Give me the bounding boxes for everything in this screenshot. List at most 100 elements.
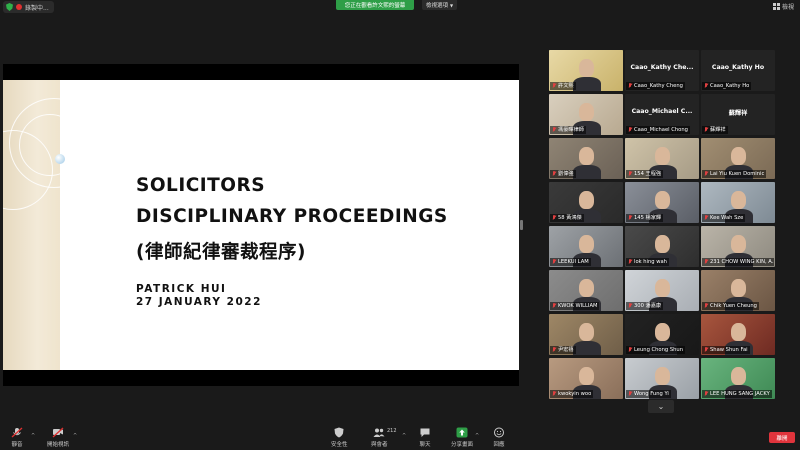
participant-tile[interactable]: 馮豪暉律師 <box>549 94 623 135</box>
microphone-muted-icon <box>552 127 556 133</box>
microphone-muted-icon <box>552 83 556 89</box>
participant-name-tag: 尹宏禧 <box>550 346 576 354</box>
participant-face <box>655 323 670 341</box>
participant-name-tag: Chik Yuen Cheung <box>702 302 759 310</box>
participant-tile[interactable]: 尹宏禧 <box>549 314 623 355</box>
gallery-next-page-button[interactable]: ⌄ <box>648 400 674 413</box>
participant-tile[interactable]: KWOK WILLIAM <box>549 270 623 311</box>
participant-tile[interactable]: Caao_Kathy Ho Caao_Kathy Ho <box>701 50 775 91</box>
security-button[interactable]: 安全性 <box>331 427 348 448</box>
chat-icon <box>420 428 430 437</box>
participant-silhouette <box>573 341 601 355</box>
participant-name-tag: Shaw Shun Fai <box>702 346 750 354</box>
participant-tile[interactable]: Caao_Michael C... Caao_Michael Chong <box>625 94 699 135</box>
security-label: 安全性 <box>331 442 348 448</box>
share-screen-icon <box>456 427 468 438</box>
participant-tile[interactable]: lok hing wah <box>625 226 699 267</box>
share-screen-label: 分享畫面 <box>451 442 474 448</box>
participant-name: Caao_Michael Chong <box>634 127 688 133</box>
participant-name: Leung Chong Shun <box>634 347 683 353</box>
participant-name: 300 潘嘉康 <box>634 303 662 309</box>
start-video-label: 開始視訊 <box>47 442 70 448</box>
participant-tile[interactable]: 劉偉強 <box>549 138 623 179</box>
participant-name-tag: kwokyin woo <box>550 390 594 398</box>
participant-name-tag: KWOK WILLIAM <box>550 302 600 310</box>
reactions-label: 回應 <box>493 442 505 448</box>
microphone-muted-icon <box>552 391 556 397</box>
reactions-button[interactable]: 回應 <box>493 427 505 448</box>
participant-tile[interactable]: LEEKUI LAM <box>549 226 623 267</box>
participant-name-tag: 劉偉強 <box>550 170 576 178</box>
participant-name: Caao_Kathy Cheng <box>634 83 683 89</box>
participant-tile[interactable]: LEE HUNG SANG JACKY <box>701 358 775 399</box>
participant-tile[interactable]: kwokyin woo <box>549 358 623 399</box>
participant-face <box>731 191 746 209</box>
leave-meeting-button[interactable]: 離開 <box>769 432 795 443</box>
participant-name-tag: Leung Chong Shun <box>626 346 685 354</box>
microphone-muted-icon <box>704 303 708 309</box>
participant-name: 58 黃鴻傑 <box>558 215 582 221</box>
gallery-view-label: 檢視 <box>781 4 794 11</box>
participant-name-tag: 231 CHOW WING KIN, A... <box>702 258 774 266</box>
participant-name: Wong Fung Yi <box>634 391 669 397</box>
participant-name-tag: Kee Wah Sze <box>702 214 746 222</box>
participant-tile[interactable]: 231 CHOW WING KIN, A... <box>701 226 775 267</box>
microphone-muted-icon <box>704 259 708 265</box>
top-bar: 錄製中... 您正在觀看許文熙的螢幕 檢視選項 ▼ 檢視 <box>0 0 800 14</box>
participant-name-tag: Caao_Michael Chong <box>626 126 690 134</box>
share-options-caret[interactable]: ^ <box>475 433 479 439</box>
participant-name: Kee Wah Sze <box>710 215 744 221</box>
participant-name-tag: 145 楊家輝 <box>626 214 664 222</box>
mute-button[interactable]: 靜音 <box>11 427 23 448</box>
start-video-button[interactable]: 開始視訊 <box>47 427 69 448</box>
participant-tile[interactable]: Chik Yuen Cheung <box>701 270 775 311</box>
shield-icon <box>6 3 13 11</box>
split-drag-handle[interactable] <box>520 220 523 230</box>
chat-button[interactable]: 聊天 <box>419 427 431 448</box>
microphone-muted-icon <box>628 127 632 133</box>
participant-tile[interactable]: Shaw Shun Fai <box>701 314 775 355</box>
chat-label: 聊天 <box>419 442 431 448</box>
participant-face <box>579 279 594 297</box>
participant-tile[interactable]: 145 楊家輝 <box>625 182 699 223</box>
participant-name: kwokyin woo <box>558 391 592 397</box>
participant-silhouette <box>573 77 601 91</box>
participant-display-name: Caao_Kathy Che... <box>630 64 694 71</box>
participant-tile[interactable]: Lai Yiu Kuen Dominic <box>701 138 775 179</box>
participant-tile[interactable]: Leung Chong Shun <box>625 314 699 355</box>
participant-name-tag: 蘇輝祥 <box>702 126 728 134</box>
presentation-slide: SOLICITORS DISCIPLINARY PROCEEDINGS (律師紀… <box>3 80 519 370</box>
participant-face <box>579 367 594 385</box>
microphone-muted-icon <box>628 83 632 89</box>
recording-indicator[interactable]: 錄製中... <box>3 1 54 13</box>
participant-tile[interactable]: 58 黃鴻傑 <box>549 182 623 223</box>
participants-icon <box>373 428 385 437</box>
slide-date: 27 JANUARY 2022 <box>136 296 262 308</box>
participants-count: 212 <box>387 428 397 434</box>
participants-options-caret[interactable]: ^ <box>402 433 406 439</box>
participant-tile[interactable]: Wong Fung Yi <box>625 358 699 399</box>
participant-tile[interactable]: 154 王程強 <box>625 138 699 179</box>
participant-face <box>655 147 670 165</box>
participant-tile[interactable]: Caao_Kathy Che... Caao_Kathy Cheng <box>625 50 699 91</box>
participant-name-tag: 58 黃鴻傑 <box>550 214 584 222</box>
participant-name: 許文熙 <box>558 83 574 89</box>
microphone-muted-icon <box>628 347 632 353</box>
participant-name-tag: Wong Fung Yi <box>626 390 671 398</box>
gallery-view-button[interactable]: 檢視 <box>772 2 794 11</box>
view-options-button[interactable]: 檢視選項 ▼ <box>422 0 458 10</box>
participant-tile[interactable]: Kee Wah Sze <box>701 182 775 223</box>
microphone-muted-icon <box>552 215 556 221</box>
participant-tile[interactable]: 300 潘嘉康 <box>625 270 699 311</box>
participant-tile[interactable]: 蘇輝祥 蘇輝祥 <box>701 94 775 135</box>
participant-name-tag: lok hing wah <box>626 258 669 266</box>
participant-name: KWOK WILLIAM <box>558 303 598 309</box>
participant-face <box>655 367 670 385</box>
share-screen-button[interactable]: 分享畫面 <box>451 427 473 448</box>
smiley-icon <box>494 427 504 438</box>
participants-button[interactable]: 與會者 <box>371 427 388 448</box>
video-options-caret[interactable]: ^ <box>73 433 77 439</box>
mute-options-caret[interactable]: ^ <box>31 433 35 439</box>
participant-tile[interactable]: 許文熙 <box>549 50 623 91</box>
microphone-muted-icon <box>552 259 556 265</box>
